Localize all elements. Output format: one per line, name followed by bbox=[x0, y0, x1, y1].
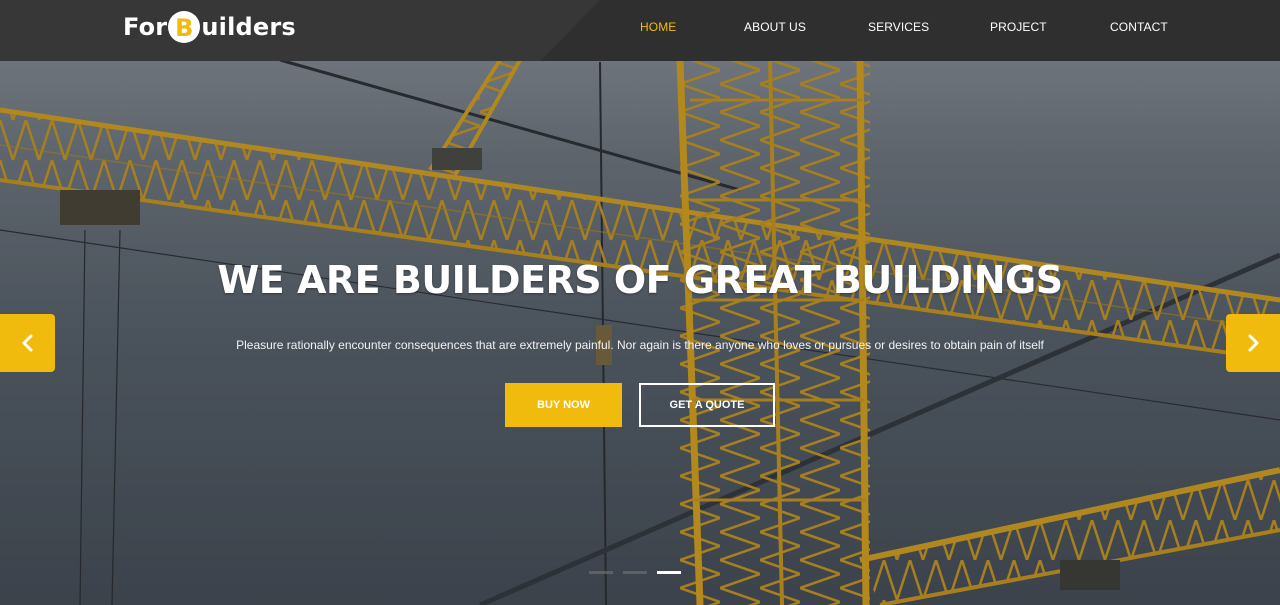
nav-services[interactable]: SERVICES bbox=[868, 20, 929, 34]
slider-dot-1[interactable] bbox=[589, 571, 613, 574]
nav-home[interactable]: HOME bbox=[640, 20, 676, 34]
main-nav: HOME ABOUT US SERVICES PROJECT CONTACT bbox=[0, 0, 1280, 61]
nav-contact[interactable]: CONTACT bbox=[1110, 20, 1168, 34]
hero-overlay bbox=[0, 0, 1280, 605]
chevron-left-icon bbox=[22, 334, 32, 352]
slider-prev-button[interactable] bbox=[0, 314, 55, 372]
nav-about-us[interactable]: ABOUT US bbox=[744, 20, 806, 34]
hero-slider bbox=[0, 0, 1280, 605]
buy-now-button[interactable]: BUY NOW bbox=[505, 383, 622, 427]
chevron-right-icon bbox=[1248, 334, 1259, 352]
slider-dot-2[interactable] bbox=[623, 571, 647, 574]
slider-dot-3[interactable] bbox=[657, 571, 681, 574]
slide-description: Pleasure rationally encounter consequenc… bbox=[236, 338, 1044, 352]
slider-next-button[interactable] bbox=[1226, 314, 1280, 372]
top-navbar: For B uilders HOME ABOUT US SERVICES PRO… bbox=[0, 0, 1280, 61]
nav-project[interactable]: PROJECT bbox=[990, 20, 1047, 34]
slider-pagination bbox=[0, 571, 1280, 575]
get-a-quote-button[interactable]: GET A QUOTE bbox=[639, 383, 775, 427]
slide-headline: WE ARE BUILDERS OF GREAT BUILDINGS bbox=[217, 258, 1063, 302]
